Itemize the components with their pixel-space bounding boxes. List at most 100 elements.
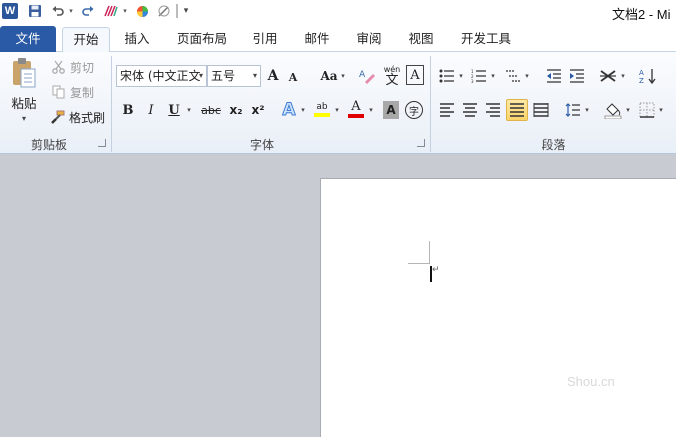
chinese-layout-icon[interactable]	[598, 67, 618, 85]
redo-icon[interactable]	[80, 2, 96, 20]
chinese-layout-dropdown-icon[interactable]: ▾	[619, 69, 627, 83]
align-center-icon[interactable]	[461, 101, 479, 119]
underline-dropdown-icon[interactable]: ▾	[184, 102, 194, 118]
highlight-label: ab	[316, 101, 328, 112]
customize-qat-icon[interactable]: ▾	[181, 2, 191, 20]
subscript-button[interactable]: x₂	[227, 100, 245, 120]
paste-dropdown-icon[interactable]: ▾	[18, 112, 30, 124]
clipboard-dialog-launcher-icon[interactable]	[98, 139, 106, 147]
underline-button[interactable]: U	[166, 100, 182, 120]
undo-dropdown-icon[interactable]: ▾	[67, 2, 75, 20]
save-icon[interactable]	[26, 2, 44, 20]
format-painter-icon[interactable]	[102, 2, 120, 20]
decrease-indent-icon[interactable]	[545, 67, 563, 85]
tab-mailings[interactable]: 邮件	[298, 27, 336, 52]
font-color-button[interactable]: A	[346, 98, 366, 120]
tab-file[interactable]: 文件	[0, 26, 56, 52]
format-painter-dropdown-icon[interactable]: ▾	[121, 2, 129, 20]
paste-button[interactable]: 粘贴	[8, 93, 40, 111]
clear-formatting-icon[interactable]: A	[357, 65, 377, 87]
font-color-dropdown-icon[interactable]: ▾	[367, 102, 375, 118]
format-painter-button[interactable]: 格式刷	[68, 109, 106, 125]
paragraph-mark-icon: ↵	[432, 265, 440, 275]
shading-bucket-icon[interactable]	[603, 100, 623, 120]
qat-separator	[176, 4, 178, 18]
document-area[interactable]: ↵	[0, 155, 676, 437]
copy-button[interactable]: 复制	[68, 84, 96, 100]
borders-dropdown-icon[interactable]: ▾	[657, 103, 665, 117]
sort-icon[interactable]: AZ	[638, 67, 658, 85]
character-border-button[interactable]: A	[406, 65, 424, 85]
font-size-combo[interactable]: 五号 ▾	[207, 65, 261, 87]
shrink-font-button[interactable]: A	[286, 68, 300, 86]
distributed-icon[interactable]	[532, 101, 550, 119]
font-color-swatch	[348, 114, 364, 118]
increase-indent-icon[interactable]	[568, 67, 586, 85]
tab-page-layout[interactable]: 页面布局	[170, 27, 234, 52]
phonetic-char: 文	[385, 73, 399, 88]
line-spacing-icon[interactable]	[564, 101, 582, 119]
change-case-dropdown-icon[interactable]: ▾	[339, 68, 347, 84]
multilevel-list-icon[interactable]	[504, 67, 522, 85]
align-left-icon[interactable]	[438, 101, 456, 119]
borders-icon[interactable]	[638, 101, 656, 119]
title-bar: W ▾ ▾ ▾ 文档2 - Mi	[0, 0, 676, 24]
font-name-combo[interactable]: 宋体 (中文正文 ▾	[116, 65, 207, 87]
character-shading-button[interactable]: A	[383, 101, 399, 119]
tab-home[interactable]: 开始	[62, 27, 110, 52]
svg-text:3: 3	[471, 79, 474, 83]
strikethrough-button[interactable]: abc	[200, 100, 222, 120]
grow-font-button[interactable]: A	[265, 66, 281, 86]
bullets-icon[interactable]	[438, 67, 456, 85]
font-dialog-launcher-icon[interactable]	[417, 139, 425, 147]
align-right-icon[interactable]	[484, 101, 502, 119]
clipboard-group-label: 剪贴板	[30, 138, 67, 152]
tab-review[interactable]: 审阅	[350, 27, 388, 52]
word-logo-icon[interactable]: W	[2, 3, 18, 19]
enclose-characters-button[interactable]: 字	[405, 101, 423, 119]
undo-icon[interactable]	[50, 2, 66, 20]
line-spacing-dropdown-icon[interactable]: ▾	[583, 103, 591, 117]
tab-insert[interactable]: 插入	[118, 27, 156, 52]
watermark-text: Shou.cn	[567, 374, 615, 389]
margin-corner-mark	[429, 241, 430, 264]
svg-text:A: A	[359, 70, 366, 80]
highlight-dropdown-icon[interactable]: ▾	[333, 102, 341, 118]
font-color-label: A	[351, 99, 361, 114]
document-page[interactable]: ↵	[320, 178, 676, 437]
text-effects-dropdown-icon[interactable]: ▾	[299, 102, 307, 118]
phonetic-guide-button[interactable]: wén 文	[380, 62, 404, 88]
paragraph-group-label: 段落	[541, 138, 566, 152]
chevron-down-icon[interactable]: ▾	[199, 66, 203, 86]
paste-icon[interactable]	[8, 56, 40, 90]
cut-button[interactable]: 剪切	[68, 59, 96, 75]
text-effects-button[interactable]: A	[280, 99, 298, 121]
bullets-dropdown-icon[interactable]: ▾	[457, 69, 465, 83]
svg-text:A: A	[639, 69, 644, 77]
copy-icon[interactable]	[50, 84, 66, 100]
cut-icon[interactable]	[50, 59, 66, 75]
pen-icon[interactable]	[156, 2, 172, 20]
chevron-down-icon[interactable]: ▾	[253, 66, 257, 86]
numbering-dropdown-icon[interactable]: ▾	[489, 69, 497, 83]
italic-button[interactable]: I	[143, 100, 159, 120]
color-wheel-icon[interactable]	[134, 2, 150, 20]
tab-view[interactable]: 视图	[402, 27, 440, 52]
superscript-button[interactable]: x²	[249, 100, 267, 120]
tab-developer[interactable]: 开发工具	[454, 27, 518, 52]
highlight-button[interactable]: ab	[312, 98, 332, 120]
format-painter-brush-icon[interactable]	[50, 109, 66, 125]
font-name-value: 宋体 (中文正文	[120, 69, 201, 83]
ribbon: 粘贴 ▾ 剪切 复制 格式刷 剪贴板 宋体 (中文正文 ▾ 五号 ▾ A A A…	[0, 52, 676, 154]
svg-text:Z: Z	[639, 77, 644, 84]
numbering-icon[interactable]: 123	[470, 67, 488, 85]
bold-button[interactable]: B	[120, 100, 136, 120]
tab-references[interactable]: 引用	[246, 27, 284, 52]
change-case-button[interactable]: Aa	[318, 66, 340, 86]
justify-icon[interactable]	[506, 99, 528, 121]
multilevel-list-dropdown-icon[interactable]: ▾	[523, 69, 531, 83]
font-size-value: 五号	[211, 69, 236, 83]
shading-dropdown-icon[interactable]: ▾	[624, 103, 632, 117]
window-title: 文档2 - Mi	[612, 7, 671, 22]
highlight-color-swatch	[314, 112, 330, 117]
